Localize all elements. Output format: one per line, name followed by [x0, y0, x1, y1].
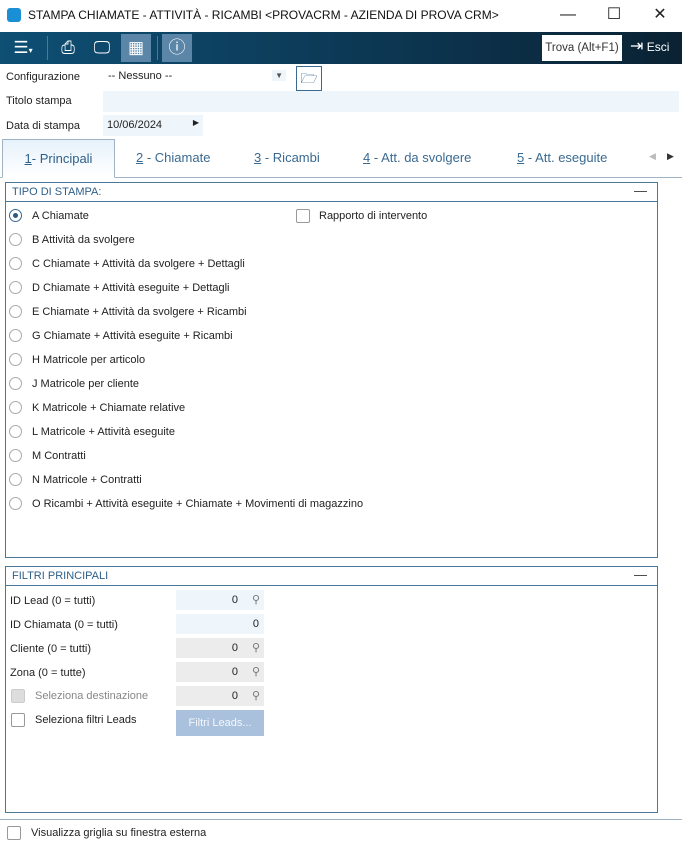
search-icon[interactable]: ⚲	[252, 638, 260, 658]
collapse-icon[interactable]: —	[634, 181, 647, 200]
dest-checkbox[interactable]	[11, 689, 25, 703]
print-type-label: D Chiamate + Attività eseguite + Dettagl…	[32, 282, 230, 294]
leads-filter-label: Seleziona filtri Leads	[35, 714, 137, 726]
zone-input[interactable]: 0 ⚲	[176, 662, 264, 682]
config-select[interactable]: -- Nessuno -- ▼	[104, 66, 290, 87]
exit-button[interactable]: ⇥ Esci	[630, 36, 669, 58]
print-type-label: G Chiamate + Attività eseguite + Ricambi	[32, 330, 233, 342]
print-type-radio[interactable]	[9, 281, 22, 294]
report-checkbox[interactable]	[296, 209, 310, 223]
leads-filter-button[interactable]: Filtri Leads...	[176, 710, 264, 736]
tab-ricambi[interactable]: 3 - Ricambi	[254, 139, 320, 178]
title-bar: STAMPA CHIAMATE - ATTIVITÀ - RICAMBI <PR…	[0, 0, 682, 32]
menu-icon[interactable]: ☰▾	[6, 34, 40, 62]
close-button[interactable]: ✕	[645, 4, 675, 26]
separator	[47, 36, 48, 60]
print-type-radio[interactable]	[9, 497, 22, 510]
id-lead-input[interactable]: 0 ⚲	[176, 590, 264, 610]
exit-label: Esci	[646, 40, 670, 54]
print-type-radio[interactable]	[9, 209, 22, 222]
external-grid-label: Visualizza griglia su finestra esterna	[31, 827, 207, 839]
group-title: TIPO DI STAMPA:	[12, 186, 102, 198]
print-type-label: C Chiamate + Attività da svolgere + Dett…	[32, 258, 245, 270]
tab-chiamate[interactable]: 2 - Chiamate	[136, 139, 210, 178]
maximize-button[interactable]: ☐	[599, 4, 629, 26]
print-type-radio[interactable]	[9, 233, 22, 246]
print-type-radio[interactable]	[9, 425, 22, 438]
print-type-label: K Matricole + Chiamate relative	[32, 402, 186, 414]
print-type-label: M Contratti	[32, 450, 86, 462]
minimize-button[interactable]: —	[553, 4, 583, 26]
print-type-label: J Matricole per cliente	[32, 378, 139, 390]
config-value: -- Nessuno --	[108, 70, 173, 82]
chevron-down-icon: ▼	[272, 70, 286, 81]
client-label: Cliente (0 = tutti)	[10, 643, 92, 655]
print-type-label: N Matricole + Contratti	[32, 474, 142, 486]
dest-input[interactable]: 0 ⚲	[176, 686, 264, 706]
print-type-radio[interactable]	[9, 257, 22, 270]
date-label: Data di stampa	[6, 120, 80, 132]
find-button[interactable]: Trova (Alt+F1)	[542, 35, 622, 61]
print-type-label: E Chiamate + Attività da svolgere + Rica…	[32, 306, 247, 318]
divider	[0, 819, 682, 820]
grid-icon[interactable]: ▦	[121, 34, 151, 62]
zone-label: Zona (0 = tutte)	[10, 667, 86, 679]
separator	[157, 36, 158, 60]
collapse-icon[interactable]: —	[634, 565, 647, 584]
search-icon[interactable]: ⚲	[252, 686, 260, 706]
tab-att-eseguite[interactable]: 5 - Att. eseguite	[517, 139, 607, 178]
dest-label: Seleziona destinazione	[35, 690, 149, 702]
date-value: 10/06/2024	[107, 119, 163, 131]
print-type-radio[interactable]	[9, 353, 22, 366]
report-label: Rapporto di intervento	[319, 210, 428, 222]
date-input[interactable]: 10/06/2024 ▶	[103, 115, 203, 136]
print-type-radio[interactable]	[9, 401, 22, 414]
monitor-icon[interactable]: 🖵	[87, 34, 117, 62]
print-type-radio[interactable]	[9, 473, 22, 486]
client-input[interactable]: 0 ⚲	[176, 638, 264, 658]
title-input[interactable]	[103, 91, 679, 112]
search-icon[interactable]: ⚲	[252, 590, 260, 610]
id-lead-label: ID Lead (0 = tutti)	[10, 595, 96, 607]
print-type-radio[interactable]	[9, 329, 22, 342]
config-label: Configurazione	[6, 71, 80, 83]
search-icon[interactable]: ⚲	[252, 662, 260, 682]
tab-principali[interactable]: 1- Principali	[2, 139, 115, 178]
exit-icon: ⇥	[630, 38, 644, 55]
print-type-radio[interactable]	[9, 449, 22, 462]
print-type-label: B Attività da svolgere	[32, 234, 135, 246]
group-title: FILTRI PRINCIPALI	[12, 570, 109, 582]
print-type-label: A Chiamate	[32, 210, 89, 222]
folder-icon: 🗁	[300, 70, 318, 86]
external-grid-checkbox[interactable]	[7, 826, 21, 840]
tab-bar: 1- Principali 2 - Chiamate 3 - Ricambi 4…	[0, 139, 682, 178]
print-type-label: O Ricambi + Attività eseguite + Chiamate…	[32, 498, 364, 510]
chevron-right-icon: ▶	[192, 118, 199, 127]
print-icon[interactable]: ⎙	[53, 34, 83, 62]
id-call-input[interactable]: 0	[176, 614, 264, 634]
tab-scroll-left-icon[interactable]: ◀	[649, 151, 656, 162]
print-type-label: H Matricole per articolo	[32, 354, 146, 366]
app-logo-icon	[7, 8, 21, 22]
tab-scroll-right-icon[interactable]: ▶	[667, 151, 674, 162]
tab-att-da-svolgere[interactable]: 4 - Att. da svolgere	[363, 139, 471, 178]
leads-filter-checkbox[interactable]	[11, 713, 25, 727]
window-title: STAMPA CHIAMATE - ATTIVITÀ - RICAMBI <PR…	[28, 8, 499, 22]
print-type-radio[interactable]	[9, 305, 22, 318]
folder-open-button[interactable]: 🗁	[296, 66, 322, 91]
help-icon[interactable]: ⓘ	[162, 34, 192, 62]
id-call-label: ID Chiamata (0 = tutti)	[10, 619, 118, 631]
print-type-radio[interactable]	[9, 377, 22, 390]
print-type-label: L Matricole + Attività eseguite	[32, 426, 175, 438]
title-label: Titolo stampa	[6, 95, 72, 107]
